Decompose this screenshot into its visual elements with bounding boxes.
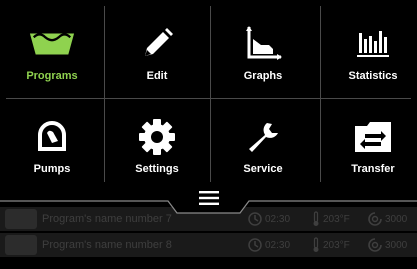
tile-graphs[interactable]: Graphs	[211, 6, 315, 98]
menu-toggle-button[interactable]	[189, 186, 229, 210]
tile-service[interactable]: Service	[211, 99, 315, 191]
program-speed-value: 3000	[385, 239, 408, 251]
pump-icon	[28, 117, 76, 157]
graph-icon	[239, 24, 287, 64]
spin-speed-icon	[368, 238, 382, 252]
tile-edit[interactable]: Edit	[105, 6, 209, 98]
clock-icon	[248, 238, 262, 252]
tile-label: Statistics	[348, 70, 398, 82]
tile-label: Edit	[146, 70, 168, 82]
bar-chart-icon	[349, 24, 397, 64]
list-item[interactable]: Program's name number 8 02:30 203°F 3000	[0, 233, 417, 257]
screen-frame: Programs Edit Graphs Statistics Pumps Se…	[0, 0, 417, 269]
tile-statistics[interactable]: Statistics	[321, 6, 417, 98]
tile-label: Pumps	[33, 163, 71, 175]
pencil-icon	[133, 24, 181, 64]
tile-settings[interactable]: Settings	[105, 99, 209, 191]
program-temp-value: 203°F	[323, 239, 350, 251]
thermometer-icon	[313, 237, 319, 252]
program-time-value: 02:30	[265, 213, 291, 225]
tile-label: Programs	[26, 70, 78, 82]
wrench-icon	[239, 117, 287, 157]
programs-basin-icon	[28, 24, 76, 64]
program-temp: 203°F	[312, 237, 350, 253]
program-speed-value: 3000	[385, 213, 408, 225]
main-menu-grid: Programs Edit Graphs Statistics Pumps Se…	[0, 0, 417, 185]
gear-icon	[133, 117, 181, 157]
tile-label: Settings	[135, 163, 179, 175]
program-thumbnail	[5, 235, 37, 255]
tile-label: Service	[243, 163, 283, 175]
tile-pumps[interactable]: Pumps	[0, 99, 104, 191]
program-time-value: 02:30	[265, 239, 291, 251]
tile-label: Transfer	[351, 163, 395, 175]
tile-programs[interactable]: Programs	[0, 6, 104, 98]
tile-transfer[interactable]: Transfer	[321, 99, 417, 191]
program-name: Program's name number 8	[42, 239, 172, 251]
tile-label: Graphs	[243, 70, 283, 82]
program-time: 02:30	[248, 238, 290, 252]
hamburger-menu-icon	[199, 191, 219, 205]
folder-transfer-icon	[349, 117, 397, 157]
program-temp-value: 203°F	[323, 213, 350, 225]
program-speed: 3000	[368, 238, 407, 252]
